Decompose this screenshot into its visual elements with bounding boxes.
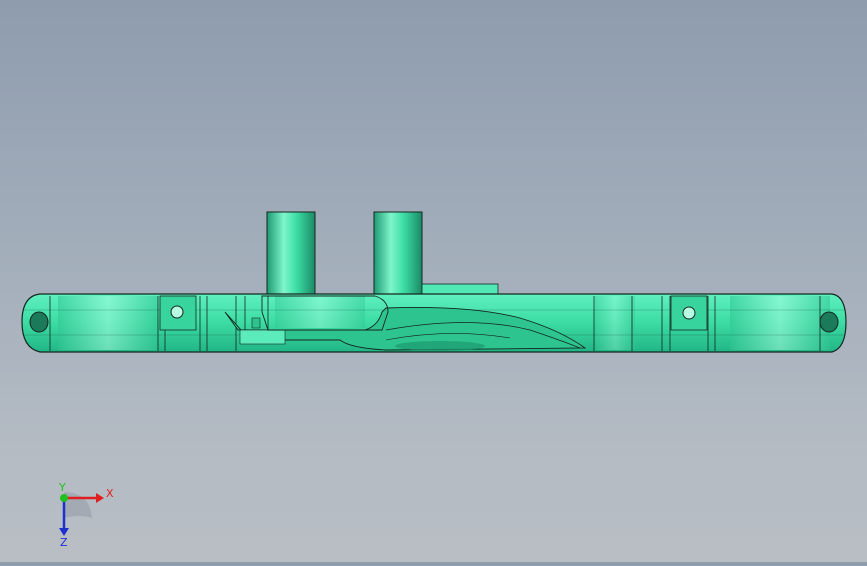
z-axis-label: Z: [60, 536, 68, 548]
graphics-viewport[interactable]: X Y Z: [0, 0, 867, 562]
bolt-pocket-left: [159, 295, 197, 331]
x-arrow-head-icon: [96, 493, 104, 503]
boss-right: [373, 211, 423, 299]
triad-shadow-icon: [64, 492, 92, 518]
top-rib: [421, 283, 499, 295]
reference-triad: X Y Z: [40, 478, 130, 549]
boss-left: [266, 211, 316, 299]
x-axis-label: X: [106, 487, 114, 500]
part-model[interactable]: [0, 0, 867, 562]
end-hole-left: [29, 311, 49, 333]
end-hole-right: [819, 311, 839, 333]
z-arrow-head-icon: [59, 528, 69, 536]
y-axis-dot-icon: [60, 494, 68, 502]
bolt-pocket-right: [670, 295, 708, 331]
y-axis-label: Y: [58, 481, 66, 494]
